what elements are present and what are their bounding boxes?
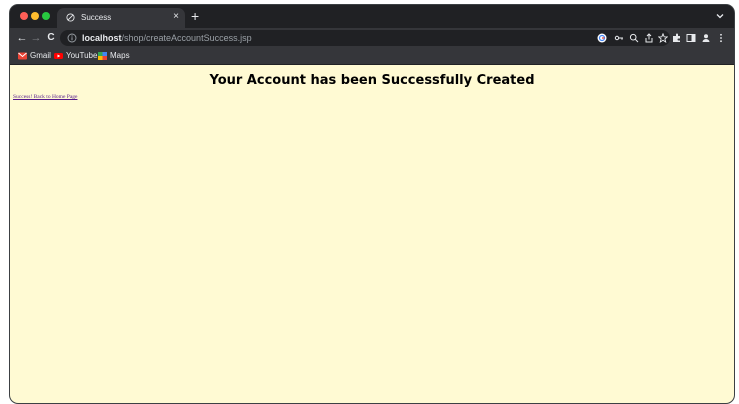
url-host: localhost	[82, 33, 122, 43]
maps-icon	[98, 52, 107, 60]
bookmark-label: Gmail	[30, 51, 51, 60]
star-icon[interactable]	[658, 33, 668, 43]
globe-icon	[66, 13, 75, 22]
extensions-icon[interactable]	[672, 33, 682, 43]
google-icon[interactable]	[597, 33, 607, 43]
key-icon[interactable]	[614, 33, 624, 43]
tab-strip: Success × +	[10, 5, 734, 28]
tab-title: Success	[81, 13, 112, 22]
bookmark-label: YouTube	[66, 51, 98, 60]
home-page-link[interactable]: Success! Back to Home Page	[13, 94, 77, 100]
browser-window: Success × + ← → C localhost/shop/createA…	[10, 5, 734, 403]
url-path: /shop/createAccountSuccess.jsp	[121, 33, 252, 43]
profile-icon[interactable]	[701, 33, 711, 43]
close-window-button[interactable]	[20, 12, 28, 20]
maximize-window-button[interactable]	[42, 12, 50, 20]
bookmark-maps[interactable]: Maps	[98, 50, 130, 62]
bookmark-youtube[interactable]: YouTube	[54, 50, 97, 62]
share-icon[interactable]	[644, 33, 654, 43]
minimize-window-button[interactable]	[31, 12, 39, 20]
menu-icon[interactable]	[716, 33, 726, 43]
chevron-down-icon[interactable]	[715, 11, 725, 21]
tab-close-icon[interactable]: ×	[173, 12, 179, 22]
bookmark-gmail[interactable]: Gmail	[18, 50, 51, 62]
page-heading: Your Account has been Successfully Creat…	[209, 73, 535, 88]
bookmarks-bar: Gmail YouTube Maps	[10, 48, 734, 65]
forward-button[interactable]: →	[29, 31, 43, 45]
bookmark-label: Maps	[110, 51, 130, 60]
browser-toolbar: ← → C localhost/shop/createAccountSucces…	[10, 28, 734, 48]
gmail-icon	[18, 52, 27, 60]
tab-success[interactable]: Success ×	[57, 8, 185, 28]
youtube-icon	[54, 53, 63, 59]
zoom-icon[interactable]	[629, 33, 639, 43]
page-content: Your Account has been Successfully Creat…	[10, 65, 734, 403]
sidepanel-icon[interactable]	[686, 33, 696, 43]
address-url[interactable]: localhost/shop/createAccountSuccess.jsp	[82, 32, 252, 44]
back-button[interactable]: ←	[15, 31, 29, 45]
reload-button[interactable]: C	[44, 31, 58, 45]
info-icon[interactable]	[67, 33, 77, 43]
address-bar[interactable]: localhost/shop/createAccountSuccess.jsp	[60, 30, 670, 46]
new-tab-button[interactable]: +	[191, 9, 199, 23]
